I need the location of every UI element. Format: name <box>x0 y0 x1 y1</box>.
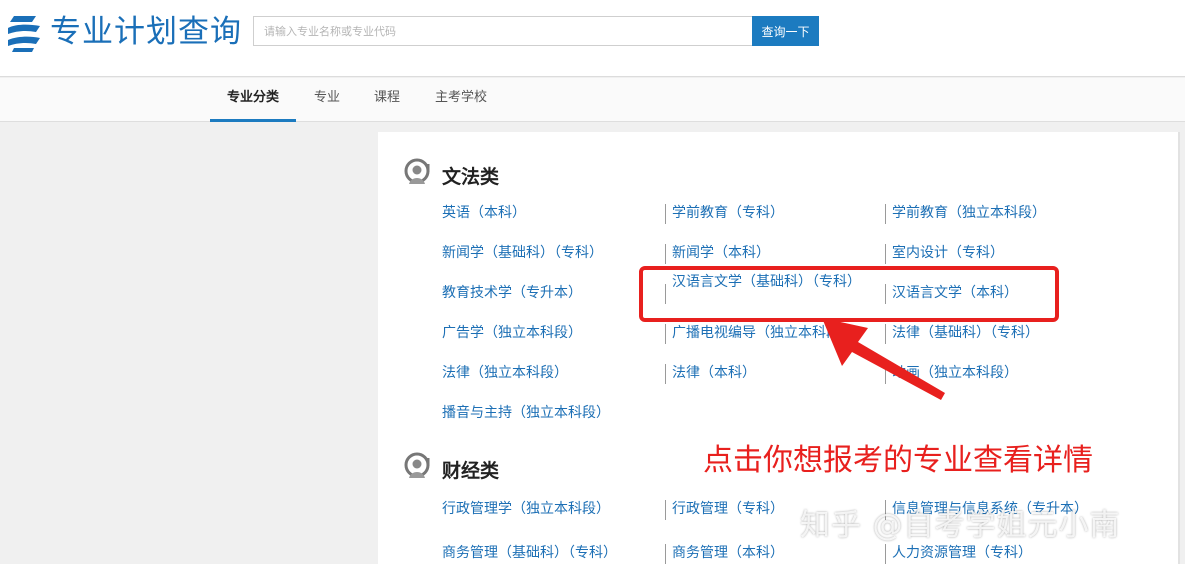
column-separator <box>665 204 666 224</box>
column-separator <box>885 244 886 264</box>
at-sign-person-icon <box>404 158 430 184</box>
column-separator <box>885 544 886 564</box>
major-link[interactable]: 法律（独立本科段） <box>442 363 568 383</box>
major-link[interactable]: 动画（独立本科段） <box>892 363 1018 383</box>
category-title-finance: 财经类 <box>442 460 500 482</box>
major-link[interactable]: 室内设计（专科） <box>892 243 1004 263</box>
tab-course[interactable]: 课程 <box>364 78 410 122</box>
major-link[interactable]: 广告学（独立本科段） <box>442 323 582 343</box>
tab-major[interactable]: 专业 <box>304 78 350 122</box>
annotation-note: 点击你想报考的专业查看详情 <box>703 443 1093 478</box>
major-link[interactable]: 播音与主持（独立本科段） <box>442 403 610 423</box>
major-link[interactable]: 教育技术学（专升本） <box>442 283 582 303</box>
watermark: 知乎 @自考学姐元小南 <box>800 508 1121 543</box>
major-link[interactable]: 学前教育（专科） <box>672 203 784 223</box>
site-logo-icon[interactable] <box>6 12 42 52</box>
major-link[interactable]: 行政管理学（独立本科段） <box>442 499 610 519</box>
major-link[interactable]: 广播电视编导（独立本科段） <box>672 323 854 343</box>
major-link[interactable]: 新闻学（基础科）（专科） <box>442 243 603 263</box>
major-link[interactable]: 新闻学（本科） <box>672 243 770 263</box>
major-link[interactable]: 行政管理（专科） <box>672 499 784 519</box>
column-separator <box>885 204 886 224</box>
highlight-box <box>639 266 1059 322</box>
column-separator <box>665 364 666 384</box>
major-link[interactable]: 法律（本科） <box>672 363 756 383</box>
column-separator <box>665 324 666 344</box>
column-separator <box>885 364 886 384</box>
category-title-law-arts: 文法类 <box>442 166 500 188</box>
major-link[interactable]: 商务管理（基础科）（专科） <box>442 543 617 563</box>
header-bar: 专业计划查询 查询一下 <box>0 0 1185 77</box>
major-link[interactable]: 商务管理（本科） <box>672 543 784 563</box>
major-link[interactable]: 人力资源管理（专科） <box>892 543 1032 563</box>
column-separator <box>665 500 666 520</box>
search-button[interactable]: 查询一下 <box>752 16 819 46</box>
major-link[interactable]: 学前教育（独立本科段） <box>892 203 1046 223</box>
column-separator <box>665 244 666 264</box>
tab-major-category[interactable]: 专业分类 <box>210 78 296 122</box>
major-link[interactable]: 英语（本科） <box>442 203 526 223</box>
column-separator <box>885 324 886 344</box>
major-link[interactable]: 法律（基础科）（专科） <box>892 323 1039 343</box>
column-separator <box>665 544 666 564</box>
tab-host-school[interactable]: 主考学校 <box>424 78 498 122</box>
category-nav: 专业分类 专业 课程 主考学校 <box>0 78 1185 122</box>
search-input[interactable] <box>253 16 752 46</box>
site-title: 专业计划查询 <box>50 14 242 50</box>
at-sign-person-icon <box>404 452 430 478</box>
